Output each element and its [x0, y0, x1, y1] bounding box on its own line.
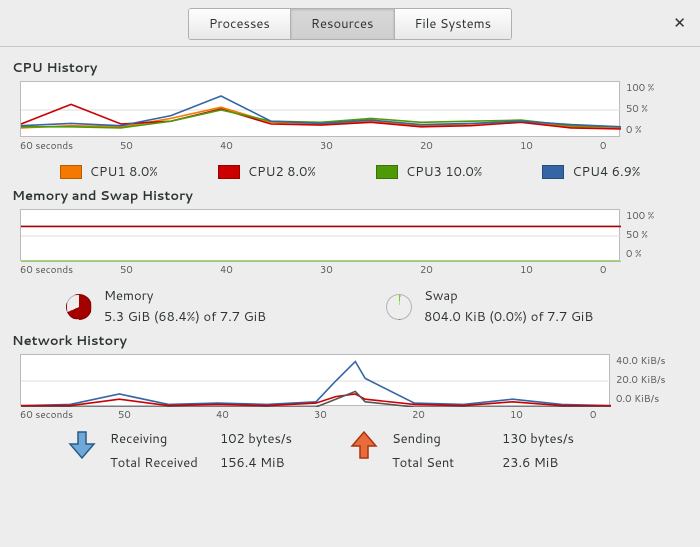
xtick: 60 seconds: [20, 408, 118, 422]
net-chart: [20, 354, 610, 406]
ytick: 0 %: [626, 247, 654, 261]
xtick: 40: [220, 139, 320, 153]
xtick: 30: [320, 263, 420, 277]
cpu2-label: CPU2 8.0%: [248, 163, 316, 181]
xtick: 0: [600, 263, 606, 277]
ytick: 0 %: [626, 123, 654, 137]
xtick: 60 seconds: [20, 263, 120, 277]
total-sent-value: 23.6 MiB: [502, 454, 602, 472]
xtick: 40: [220, 263, 320, 277]
cpu-chart: [20, 81, 620, 137]
swap-legend[interactable]: Swap 804.0 KiB (0.0%) of 7.7 GiB: [386, 287, 593, 326]
cpu3-label: CPU3 10.0%: [406, 163, 482, 181]
tab-processes[interactable]: Processes: [189, 9, 291, 39]
cpu-legend: CPU1 8.0% CPU2 8.0% CPU3 10.0% CPU4 6.9%: [10, 163, 690, 181]
xtick: 10: [520, 139, 600, 153]
xtick: 50: [120, 263, 220, 277]
legend-cpu3[interactable]: CPU3 10.0%: [376, 163, 482, 181]
total-sent-label: Total Sent: [392, 454, 502, 472]
cpu-history-title: CPU History: [12, 59, 690, 77]
sending-grid: Sending 130 bytes/s Total Sent 23.6 MiB: [392, 430, 602, 472]
memory-pie-icon: [66, 294, 92, 320]
cpu4-label: CPU4 6.9%: [572, 163, 640, 181]
xtick: 30: [320, 139, 420, 153]
swap-pie-icon: [386, 294, 412, 320]
cpu4-swatch-icon: [542, 165, 564, 179]
cpu-xaxis: 60 seconds 50 40 30 20 10 0: [20, 139, 620, 153]
ytick: 100 %: [626, 209, 654, 223]
xtick: 50: [118, 408, 216, 422]
cpu1-swatch-icon: [60, 165, 82, 179]
receiving-rate: 102 bytes/s: [220, 430, 320, 448]
upload-arrow-icon: [350, 430, 378, 460]
tab-filesystems[interactable]: File Systems: [395, 9, 512, 39]
tab-resources[interactable]: Resources: [291, 9, 395, 39]
swap-value: 804.0 KiB (0.0%) of 7.7 GiB: [424, 308, 593, 326]
ytick: 50 %: [626, 228, 654, 242]
memswap-legend: Memory 5.3 GiB (68.4%) of 7.7 GiB Swap 8…: [66, 287, 690, 326]
total-received-value: 156.4 MiB: [220, 454, 320, 472]
xtick: 20: [412, 408, 510, 422]
cpu2-swatch-icon: [218, 165, 240, 179]
mem-chart: [20, 209, 620, 261]
ytick: 100 %: [626, 81, 654, 95]
legend-cpu1[interactable]: CPU1 8.0%: [60, 163, 158, 181]
xtick: 0: [600, 139, 606, 153]
swap-label: Swap: [424, 287, 593, 305]
ytick: 0.0 KiB/s: [616, 392, 666, 406]
net-chart-wrap: 40.0 KiB/s 20.0 KiB/s 0.0 KiB/s: [20, 354, 690, 406]
memory-value: 5.3 GiB (68.4%) of 7.7 GiB: [104, 308, 266, 326]
xtick: 10: [520, 263, 600, 277]
cpu-yaxis: 100 % 50 % 0 %: [620, 81, 654, 137]
ytick: 40.0 KiB/s: [616, 354, 666, 368]
xtick: 60 seconds: [20, 139, 120, 153]
memory-text: Memory 5.3 GiB (68.4%) of 7.7 GiB: [104, 287, 266, 326]
net-xaxis: 60 seconds 50 40 30 20 10 0: [20, 408, 610, 422]
mem-chart-wrap: 100 % 50 % 0 %: [20, 209, 690, 261]
receiving-block[interactable]: Receiving 102 bytes/s Total Received 156…: [68, 430, 320, 472]
sending-rate: 130 bytes/s: [502, 430, 602, 448]
close-icon[interactable]: ✕: [673, 12, 686, 33]
total-received-label: Total Received: [110, 454, 220, 472]
ytick: 20.0 KiB/s: [616, 373, 666, 387]
swap-text: Swap 804.0 KiB (0.0%) of 7.7 GiB: [424, 287, 593, 326]
sending-label: Sending: [392, 430, 502, 448]
content: CPU History 100 % 50 % 0 % 60 seconds 50…: [0, 47, 700, 482]
xtick: 20: [420, 263, 520, 277]
mem-history-title: Memory and Swap History: [12, 187, 690, 205]
sending-block[interactable]: Sending 130 bytes/s Total Sent 23.6 MiB: [350, 430, 602, 472]
net-history-title: Network History: [12, 332, 690, 350]
net-yaxis: 40.0 KiB/s 20.0 KiB/s 0.0 KiB/s: [610, 354, 666, 406]
cpu1-label: CPU1 8.0%: [90, 163, 158, 181]
memory-label: Memory: [104, 287, 266, 305]
xtick: 0: [590, 408, 596, 422]
ytick: 50 %: [626, 102, 654, 116]
xtick: 50: [120, 139, 220, 153]
download-arrow-icon: [68, 430, 96, 460]
xtick: 10: [510, 408, 590, 422]
mem-xaxis: 60 seconds 50 40 30 20 10 0: [20, 263, 620, 277]
cpu-chart-wrap: 100 % 50 % 0 %: [20, 81, 690, 137]
tab-bar: Processes Resources File Systems ✕: [0, 0, 700, 47]
tab-group: Processes Resources File Systems: [188, 8, 512, 40]
legend-cpu2[interactable]: CPU2 8.0%: [218, 163, 316, 181]
xtick: 20: [420, 139, 520, 153]
mem-yaxis: 100 % 50 % 0 %: [620, 209, 654, 261]
xtick: 30: [314, 408, 412, 422]
memory-legend[interactable]: Memory 5.3 GiB (68.4%) of 7.7 GiB: [66, 287, 266, 326]
legend-cpu4[interactable]: CPU4 6.9%: [542, 163, 640, 181]
receiving-label: Receiving: [110, 430, 220, 448]
xtick: 40: [216, 408, 314, 422]
cpu3-swatch-icon: [376, 165, 398, 179]
receiving-grid: Receiving 102 bytes/s Total Received 156…: [110, 430, 320, 472]
network-legend: Receiving 102 bytes/s Total Received 156…: [68, 430, 690, 472]
